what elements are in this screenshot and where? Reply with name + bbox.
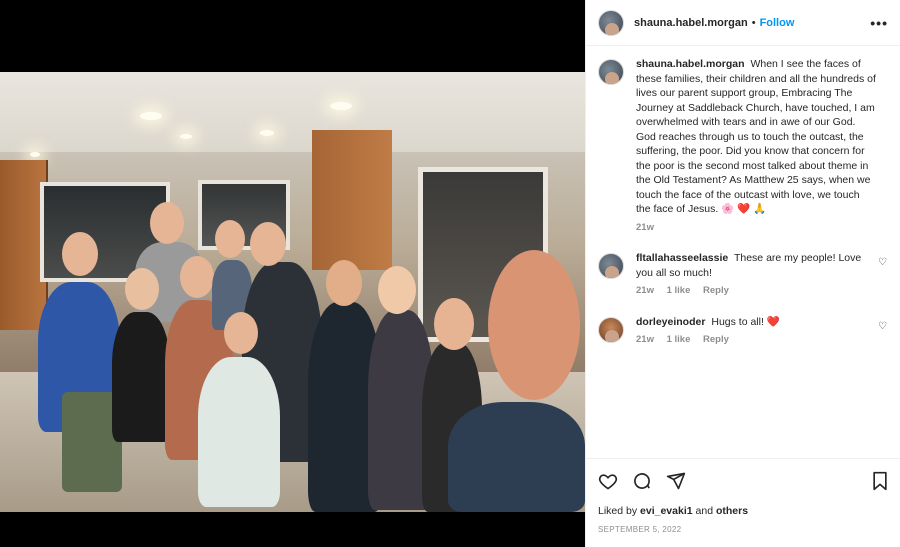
caption-avatar[interactable] — [598, 59, 624, 85]
comments-section[interactable]: shauna.habel.morgan When I see the faces… — [586, 47, 900, 457]
liked-by-others[interactable]: others — [716, 505, 748, 517]
post-date[interactable]: SEPTEMBER 5, 2022 — [598, 525, 889, 534]
author-avatar[interactable] — [598, 9, 624, 36]
reply-button[interactable]: Reply — [703, 285, 729, 296]
caption-emoji: 🌸 ❤️ 🙏 — [721, 203, 767, 215]
letterbox-bottom — [0, 512, 585, 547]
comment-text: Hugs to all! — [711, 315, 764, 328]
share-icon[interactable] — [666, 471, 686, 491]
comment-likes[interactable]: 1 like — [667, 334, 691, 345]
author-username[interactable]: shauna.habel.morgan — [634, 17, 748, 29]
group-photo — [0, 72, 585, 512]
caption-text: When I see the faces of these families, … — [636, 58, 876, 215]
more-options-icon[interactable]: ••• — [870, 15, 888, 31]
header-separator: • — [751, 16, 756, 29]
post-media[interactable] — [0, 0, 585, 547]
post-header: shauna.habel.morgan • Follow ••• — [586, 0, 900, 46]
comment-username[interactable]: fltallahasseelassie — [636, 252, 728, 264]
bookmark-icon[interactable] — [871, 471, 889, 491]
commenter-avatar[interactable] — [598, 316, 624, 343]
instagram-post: shauna.habel.morgan • Follow ••• shauna.… — [0, 0, 900, 547]
comment-time[interactable]: 21w — [636, 285, 654, 296]
liked-by-label: Liked by — [598, 505, 638, 517]
comment-item: fltallahasseelassie These are my people!… — [598, 251, 889, 299]
heart-icon[interactable] — [598, 471, 618, 491]
letterbox-top — [0, 0, 585, 72]
action-bar: Liked by evi_evaki1 and others SEPTEMBER… — [586, 458, 900, 534]
reply-button[interactable]: Reply — [703, 334, 729, 345]
caption-username[interactable]: shauna.habel.morgan — [636, 58, 745, 70]
comment-username[interactable]: dorleyeinoder — [636, 316, 705, 328]
liked-and: and — [695, 505, 714, 517]
comment-time[interactable]: 21w — [636, 334, 654, 345]
comment-item: dorleyeinoder Hugs to all! ❤️ 21w 1 like… — [598, 315, 889, 348]
comment-like-heart-icon[interactable]: ♡ — [878, 321, 887, 332]
comment-icon[interactable] — [632, 471, 652, 491]
comment-emoji: ❤️ — [766, 315, 780, 328]
caption: shauna.habel.morgan When I see the faces… — [598, 57, 889, 235]
caption-time[interactable]: 21w — [636, 222, 654, 233]
commenter-avatar[interactable] — [598, 253, 624, 279]
comment-likes[interactable]: 1 like — [667, 285, 691, 296]
comment-like-heart-icon[interactable]: ♡ — [878, 257, 887, 268]
post-sidebar: shauna.habel.morgan • Follow ••• shauna.… — [585, 0, 900, 547]
likes-summary: Liked by evi_evaki1 and others — [598, 505, 889, 517]
follow-button[interactable]: Follow — [760, 17, 795, 29]
liked-by-user[interactable]: evi_evaki1 — [640, 505, 693, 517]
